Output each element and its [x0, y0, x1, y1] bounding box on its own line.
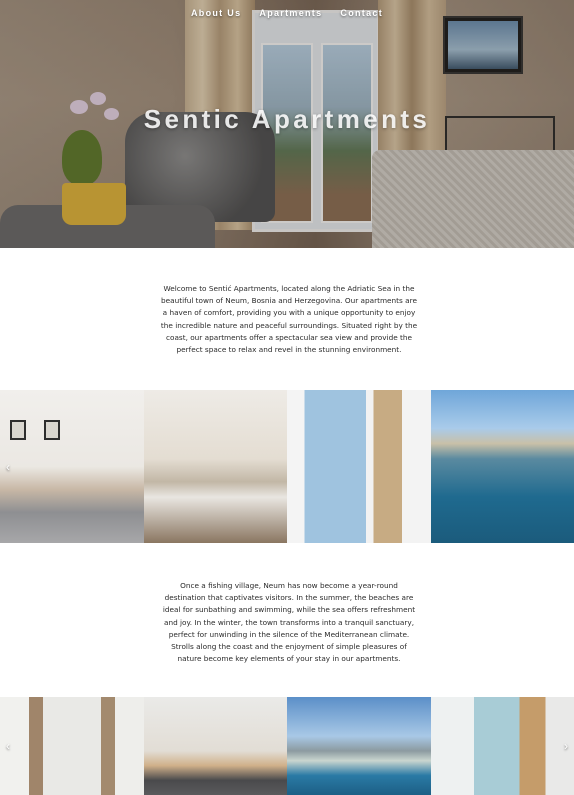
wall-picture: [44, 420, 60, 440]
gallery-photo-neum-bay[interactable]: [287, 697, 431, 795]
neum-description-paragraph: Once a fishing village, Neum has now bec…: [162, 581, 416, 664]
photo-gallery-2: ‹ ›: [0, 697, 574, 795]
gallery-photo-balcony-curtains[interactable]: ›: [430, 697, 574, 795]
gallery-prev-arrow-icon[interactable]: ‹: [6, 739, 10, 753]
gallery-photo-room-with-tv[interactable]: ‹: [0, 697, 144, 795]
photo-gallery-1: ‹: [0, 390, 574, 543]
intro-paragraph: Welcome to Sentić Apartments, located al…: [160, 284, 418, 355]
gallery-photo-bedroom-double-bed[interactable]: [143, 390, 287, 543]
nav-link-contact[interactable]: Contact: [340, 8, 383, 18]
nav-link-about-us[interactable]: About Us: [191, 8, 241, 18]
gallery-prev-arrow-icon[interactable]: ‹: [6, 460, 10, 474]
hero-title: Sentic Apartments: [143, 104, 431, 134]
nav-link-apartments[interactable]: Apartments: [259, 8, 322, 18]
hero-section: About Us Apartments Contact Sentic Apart…: [0, 0, 574, 248]
main-nav: About Us Apartments Contact: [0, 8, 574, 18]
wall-picture: [10, 420, 26, 440]
gallery-photo-balcony-view[interactable]: [287, 390, 431, 543]
gallery-next-arrow-icon[interactable]: ›: [564, 739, 568, 753]
gallery-photo-living-room[interactable]: [143, 697, 287, 795]
gallery-photo-neum-coastline[interactable]: [430, 390, 574, 543]
gallery-photo-bedroom-twin-beds[interactable]: ‹: [0, 390, 144, 543]
